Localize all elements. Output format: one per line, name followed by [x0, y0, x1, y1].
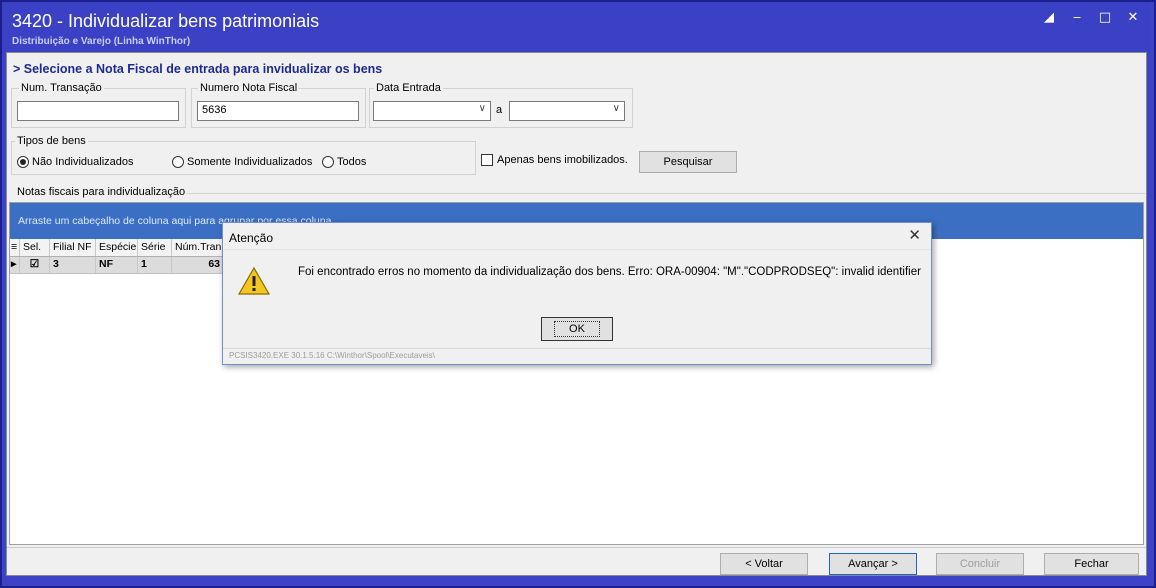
- dialog-body: Foi encontrado erros no momento da indiv…: [223, 249, 931, 349]
- page-heading: > Selecione a Nota Fiscal de entrada par…: [13, 62, 383, 76]
- column-header-num-tran[interactable]: Núm.Tran: [172, 239, 224, 256]
- row-select-checkbox[interactable]: ☑: [20, 257, 50, 273]
- pesquisar-label: Pesquisar: [663, 156, 713, 168]
- column-header-sel[interactable]: Sel.: [20, 239, 50, 256]
- apenas-imobilizados-checkbox[interactable]: Apenas bens imobilizados.: [481, 154, 628, 166]
- column-header-serie[interactable]: Série: [138, 239, 172, 256]
- radio-label: Somente Individualizados: [187, 156, 313, 168]
- numero-nota-label: Numero Nota Fiscal: [198, 82, 300, 94]
- maximize-icon[interactable]: □: [1098, 10, 1112, 25]
- data-entrada-label: Data Entrada: [374, 82, 443, 94]
- radio-empty-icon: [322, 156, 334, 168]
- ok-button[interactable]: OK: [541, 317, 613, 341]
- data-entrada-to-select[interactable]: ∨: [509, 101, 625, 121]
- row-indicator-icon: ▸: [10, 257, 20, 273]
- avancar-button[interactable]: Avançar >: [829, 553, 917, 575]
- radio-todos[interactable]: Todos: [322, 156, 366, 168]
- cell-serie: 1: [138, 257, 172, 273]
- dialog-title: Atenção: [229, 231, 274, 245]
- num-transacao-label: Num. Transação: [19, 82, 104, 94]
- footer-divider: [7, 547, 1146, 548]
- fechar-label: Fechar: [1074, 558, 1109, 570]
- concluir-button[interactable]: Concluir: [936, 553, 1024, 575]
- chevron-down-icon: ∨: [612, 103, 620, 114]
- table-row[interactable]: ▸ ☑ 3 NF 1 63: [10, 257, 224, 274]
- grid-header: ≡ Sel. Filial NF Espécie Série Núm.Tran: [10, 239, 224, 257]
- section-label: Notas fiscais para individualização: [17, 186, 186, 198]
- data-entrada-from-select[interactable]: ∨: [373, 101, 491, 121]
- checkbox-icon: [481, 154, 493, 166]
- radio-label: Não Individualizados: [32, 156, 134, 168]
- column-chooser-icon[interactable]: ≡: [10, 239, 20, 256]
- radio-selected-icon: [17, 156, 29, 168]
- cell-especie: NF: [96, 257, 138, 273]
- fechar-button[interactable]: Fechar: [1044, 553, 1139, 575]
- radio-somente-individualizados[interactable]: Somente Individualizados: [172, 156, 312, 168]
- voltar-label: < Voltar: [745, 558, 783, 570]
- section-divider: [187, 193, 1145, 194]
- avancar-label: Avançar >: [848, 558, 898, 570]
- radio-label: Todos: [337, 156, 367, 168]
- restore-icon[interactable]: ◢: [1042, 10, 1056, 25]
- dialog-message: Foi encontrado erros no momento da indiv…: [298, 266, 921, 278]
- radio-nao-individualizados[interactable]: Não Individualizados: [17, 156, 134, 168]
- date-range-separator: a: [496, 104, 503, 116]
- voltar-button[interactable]: < Voltar: [720, 553, 808, 575]
- checkbox-label: Apenas bens imobilizados.: [497, 154, 628, 166]
- ok-label: OK: [554, 321, 600, 337]
- window-title: 3420 - Individualizar bens patrimoniais: [12, 11, 320, 31]
- dialog-footer-path: PCSIS3420.EXE 30.1.5.16 C:\Winthor\Spool…: [223, 348, 931, 364]
- title-bar[interactable]: 3420 - Individualizar bens patrimoniais …: [2, 2, 1150, 52]
- minimize-icon[interactable]: ‒: [1070, 10, 1084, 25]
- chevron-down-icon: ∨: [478, 103, 486, 114]
- column-header-especie[interactable]: Espécie: [96, 239, 138, 256]
- numero-nota-input[interactable]: 5636: [197, 101, 359, 121]
- concluir-label: Concluir: [959, 558, 1001, 570]
- cell-num-tran: 63: [172, 257, 224, 273]
- close-icon[interactable]: ✕: [1126, 10, 1140, 25]
- warning-icon: [237, 266, 271, 295]
- num-transacao-input[interactable]: [17, 101, 179, 121]
- close-icon[interactable]: ✕: [908, 226, 921, 244]
- column-header-filial[interactable]: Filial NF: [50, 239, 96, 256]
- pesquisar-button[interactable]: Pesquisar: [639, 151, 737, 173]
- window-subtitle: Distribuição e Varejo (Linha WinThor): [12, 36, 191, 47]
- tipos-bens-label: Tipos de bens: [15, 135, 88, 147]
- alert-dialog: Atenção ✕ Foi encontrado erros no moment…: [222, 222, 932, 365]
- radio-empty-icon: [172, 156, 184, 168]
- cell-filial: 3: [50, 257, 96, 273]
- window-controls: ◢ ‒ □ ✕: [1042, 10, 1140, 25]
